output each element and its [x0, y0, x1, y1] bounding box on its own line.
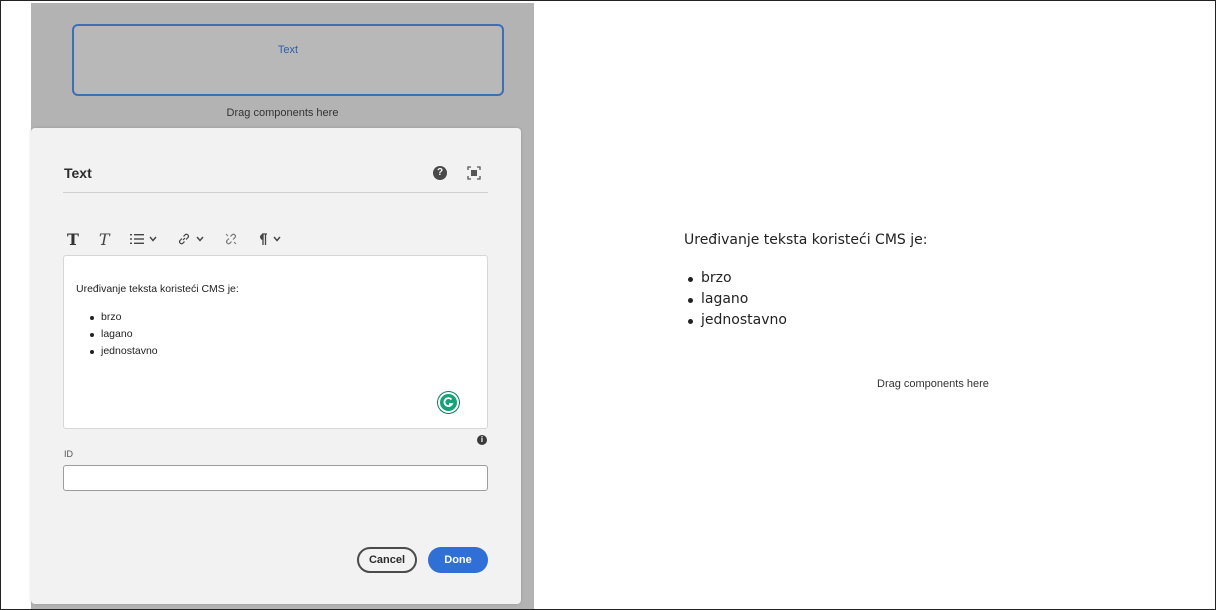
- info-icon[interactable]: i: [477, 435, 487, 445]
- paragraph-icon: [259, 232, 267, 245]
- unlink-icon: [225, 233, 236, 245]
- text-component-label: Text: [277, 44, 299, 56]
- list-item: brzo: [688, 268, 787, 289]
- preview-bullet-list: brzo lagano jednostavno: [688, 268, 787, 331]
- editor-intro-text: Uređivanje teksta koristeći CMS je:: [76, 283, 239, 295]
- list-item: lagano: [688, 289, 787, 310]
- dialog-title: Text: [64, 165, 92, 181]
- list-dropdown-button[interactable]: [129, 233, 157, 245]
- list-item: brzo: [90, 309, 158, 326]
- editor-bullet-list: brzo lagano jednostavno: [90, 309, 158, 360]
- chevron-down-icon: [196, 236, 204, 242]
- link-icon: [178, 233, 189, 245]
- id-field-label: ID: [64, 449, 73, 459]
- help-icon[interactable]: ?: [433, 166, 447, 180]
- format-bold-button[interactable]: T: [67, 230, 79, 249]
- grammarly-icon[interactable]: [438, 392, 459, 413]
- format-italic-button[interactable]: T: [99, 230, 110, 249]
- format-italic-icon: T: [98, 229, 110, 249]
- screenshot-frame: Text Drag components here Text ? T T Ure…: [0, 0, 1216, 610]
- text-edit-dialog: Text ? T T Uređivanje teksta koristeći C…: [31, 128, 521, 604]
- text-component-placeholder[interactable]: Text: [72, 24, 504, 96]
- drag-components-hint: Drag components here: [226, 107, 339, 119]
- dialog-divider: [63, 192, 488, 193]
- rte-toolbar: T T: [67, 229, 301, 249]
- chevron-down-icon: [149, 236, 157, 242]
- fullscreen-icon[interactable]: [467, 166, 481, 180]
- done-button[interactable]: Done: [428, 547, 488, 573]
- chevron-down-icon: [273, 236, 281, 242]
- unlink-button[interactable]: [224, 232, 238, 246]
- drag-components-hint: Drag components here: [877, 378, 989, 390]
- format-bold-icon: T: [67, 229, 79, 249]
- list-icon: [129, 234, 144, 244]
- id-field[interactable]: [63, 465, 488, 491]
- list-item: jednostavno: [90, 343, 158, 360]
- preview-intro-text: Uređivanje teksta koristeći CMS je:: [684, 232, 928, 248]
- link-dropdown-button[interactable]: [177, 232, 204, 246]
- rich-text-editor[interactable]: Uređivanje teksta koristeći CMS je: brzo…: [63, 255, 488, 429]
- list-item: jednostavno: [688, 310, 787, 331]
- list-item: lagano: [90, 326, 158, 343]
- paragraph-format-button[interactable]: [258, 232, 281, 246]
- cancel-button[interactable]: Cancel: [357, 547, 417, 573]
